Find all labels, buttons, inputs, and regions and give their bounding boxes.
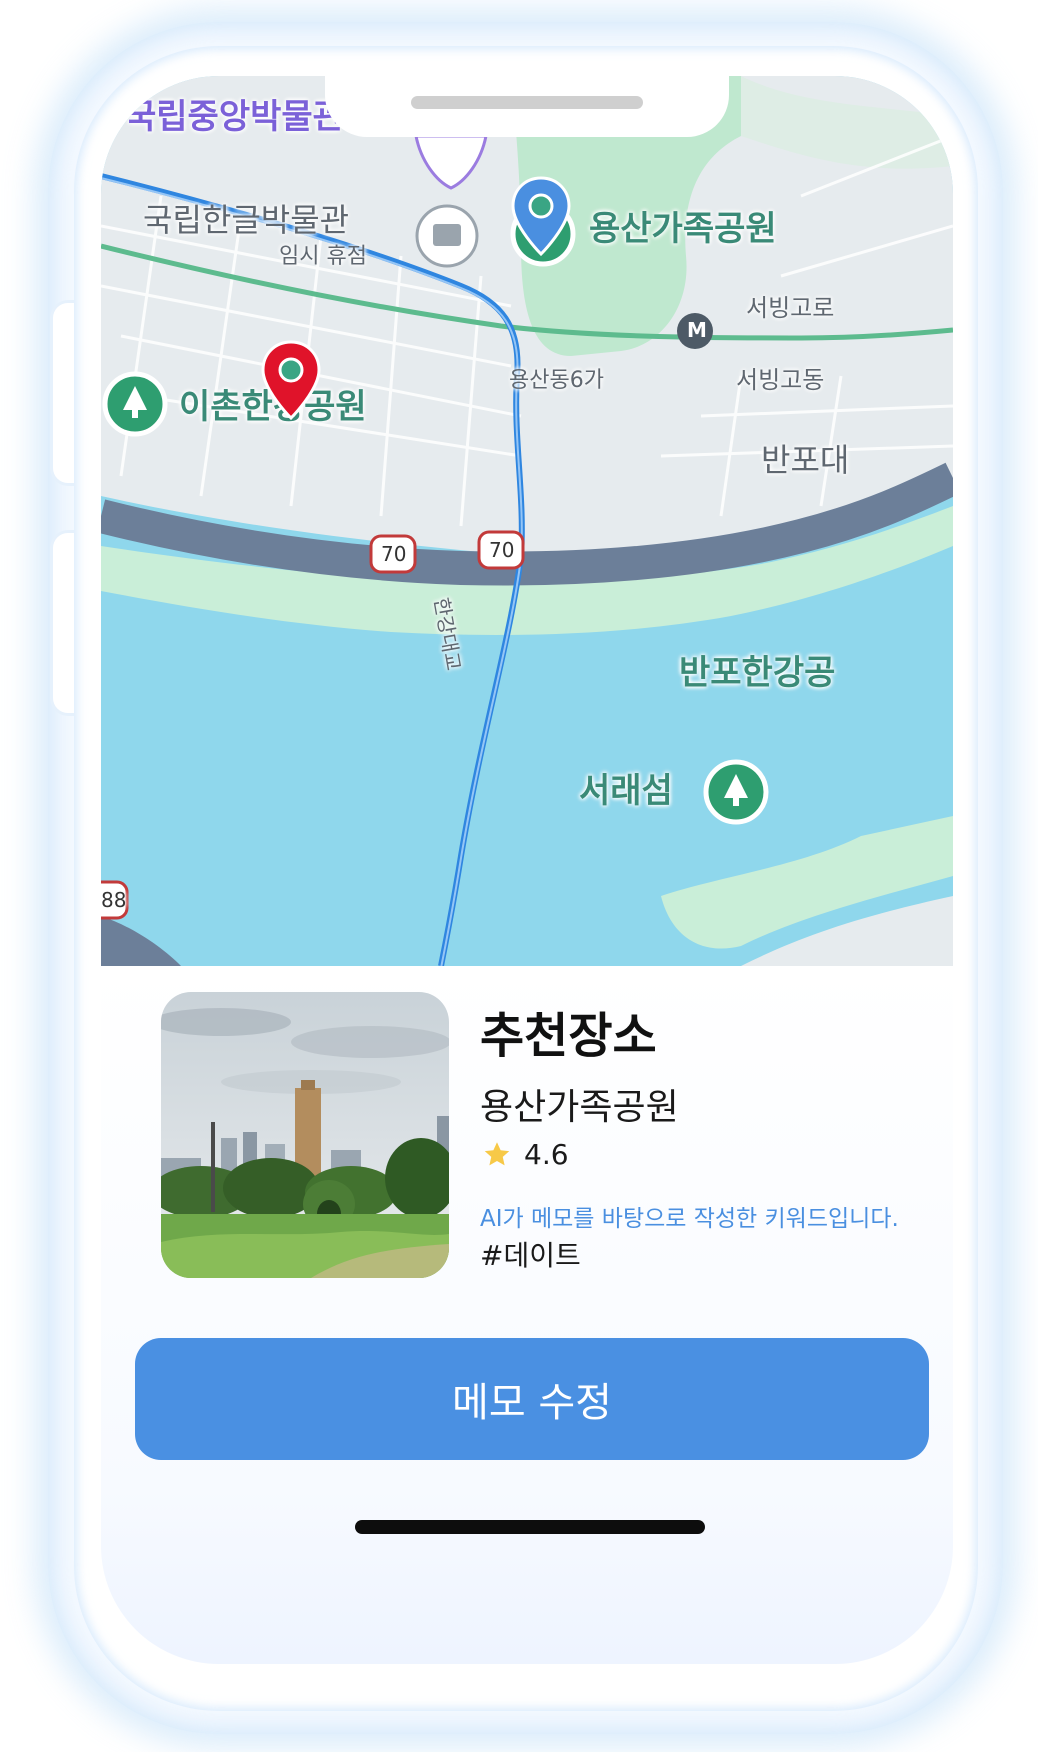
map-label-seorae-island: 서래섬 bbox=[579, 771, 673, 811]
road-shield-70-b: 70 bbox=[489, 538, 515, 562]
map-view[interactable]: 국립중앙박물관 국립한글박물관 임시 휴점 용산가족공원 서빙고로 용산동6가 … bbox=[101, 76, 953, 966]
metro-station-icon[interactable]: M bbox=[687, 320, 707, 340]
keyword-tag[interactable]: #데이트 bbox=[480, 1234, 581, 1274]
road-shield-70-a: 70 bbox=[381, 542, 407, 566]
rating-value: 4.6 bbox=[524, 1138, 569, 1171]
place-photo[interactable] bbox=[161, 992, 449, 1278]
ai-keyword-note: AI가 메모를 바탕으로 작성한 키워드입니다. bbox=[480, 1206, 899, 1232]
speaker-grille bbox=[411, 96, 643, 109]
place-card-panel: 추천장소 용산가족공원 4.6 AI가 메모를 바탕으로 작성한 키워드입니다.… bbox=[101, 966, 953, 1664]
map-label-seobinggo-dong: 서빙고동 bbox=[736, 366, 825, 394]
place-name[interactable]: 용산가족공원 bbox=[480, 1078, 679, 1130]
map-label-banpo-park: 반포한강공 bbox=[679, 653, 836, 693]
phone-screen: 국립중앙박물관 국립한글박물관 임시 휴점 용산가족공원 서빙고로 용산동6가 … bbox=[101, 76, 953, 1664]
map-label-seobinggo-ro: 서빙고로 bbox=[746, 294, 835, 322]
place-photo-image bbox=[161, 992, 449, 1278]
volume-down-button bbox=[50, 530, 75, 716]
map-label-hangeul-museum: 국립한글박물관 bbox=[143, 201, 350, 239]
map-label-yongsan-6ga: 용산동6가 bbox=[509, 368, 604, 393]
map-label-hangeul-museum-status: 임시 휴점 bbox=[279, 244, 367, 269]
map-label-banpo-bridge: 반포대 bbox=[761, 441, 850, 479]
volume-up-button bbox=[50, 300, 75, 486]
phone-notch bbox=[325, 76, 729, 137]
home-indicator[interactable] bbox=[355, 1520, 705, 1534]
recommended-place-title: 추천장소 bbox=[480, 1008, 657, 1064]
map-label-national-museum: 국립중앙박물관 bbox=[125, 97, 344, 137]
map-pin-blue-icon[interactable] bbox=[509, 176, 573, 258]
edit-memo-button[interactable]: 메모 수정 bbox=[135, 1338, 929, 1460]
star-icon bbox=[484, 1141, 510, 1165]
map-pin-red-icon[interactable] bbox=[259, 340, 323, 422]
rating-row: 4.6 bbox=[482, 1138, 569, 1171]
road-shield-88: 88 bbox=[101, 888, 127, 912]
phone-mockup: 국립중앙박물관 국립한글박물관 임시 휴점 용산가족공원 서빙고로 용산동6가 … bbox=[0, 0, 1038, 1752]
map-label-yongsan-family-park: 용산가족공원 bbox=[589, 209, 777, 249]
